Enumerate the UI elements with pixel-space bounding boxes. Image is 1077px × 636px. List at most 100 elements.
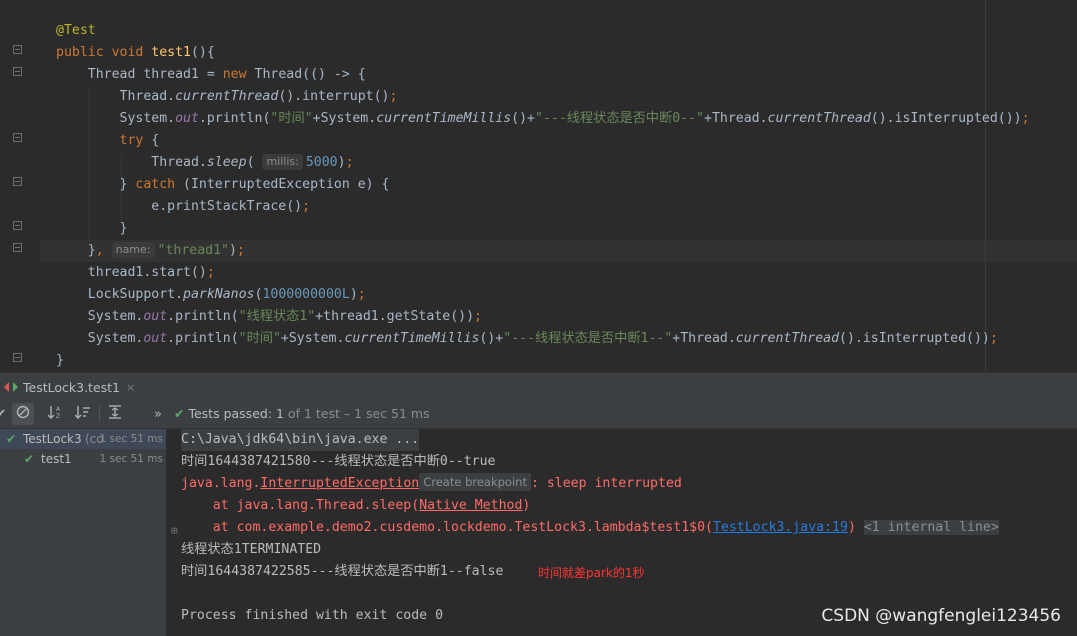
exception-message: : sleep interrupted [530, 476, 682, 491]
code-token: currentThread [175, 89, 279, 104]
internal-lines-toggle[interactable]: <1 internal line> [863, 520, 999, 535]
console-line: 时间1644387421580---线程状态是否中断0--true [181, 454, 496, 469]
test-toolbar: ✔ AZ » ✔ Tests passed: 1 of 1 test – 1 s… [0, 400, 1077, 429]
fold-icon[interactable] [13, 221, 22, 230]
code-token: ; [357, 287, 366, 302]
code-token: } [56, 177, 136, 192]
code-line[interactable]: } [56, 350, 64, 372]
code-token: ()+ [511, 111, 535, 126]
console-finish-line: Process finished with exit code 0 [181, 608, 444, 623]
right-margin-guide [985, 0, 986, 372]
toolbar-separator [99, 406, 100, 422]
code-token: "thread1" [157, 243, 229, 258]
fold-icon[interactable] [13, 353, 22, 362]
fold-icon[interactable] [13, 67, 22, 76]
code-token: } [56, 353, 64, 368]
tree-item-test1[interactable]: ✔ test1 1 sec 51 ms [0, 449, 166, 469]
code-token: currentThread [767, 111, 871, 126]
fold-icon[interactable] [13, 133, 22, 142]
run-tab-label: TestLock3.test1 [23, 379, 121, 395]
exception-link[interactable]: InterruptedException [260, 476, 419, 491]
sort-duration-button[interactable] [72, 403, 94, 425]
code-token: new [222, 67, 255, 82]
sort-alpha-icon: AZ [47, 405, 64, 423]
run-tab[interactable]: TestLock3.test1 × [0, 373, 143, 401]
code-editor[interactable]: @Test public void test1(){ Thread thread1… [0, 0, 1077, 372]
code-line[interactable]: System.out.println("线程状态1"+thread1.getSt… [56, 306, 482, 328]
code-token: { [151, 133, 160, 148]
code-token: thread1.start() [56, 265, 207, 280]
tree-item-label: test1 [41, 452, 72, 466]
check-icon: ✔ [174, 406, 185, 421]
code-line[interactable]: e.printStackTrace(); [56, 196, 310, 218]
code-token: System. [56, 309, 144, 324]
code-token: +Thread. [704, 111, 768, 126]
watermark: CSDN @wangfenglei123456 [821, 606, 1061, 626]
tree-item-testlock3[interactable]: ✔ TestLock3 (co 1 sec 51 ms [0, 429, 166, 449]
code-token: System. [56, 331, 144, 346]
console-exception: java.lang.InterruptedException Create bre… [181, 473, 682, 495]
code-token: void [111, 45, 152, 60]
code-line[interactable]: } catch (InterruptedException e) { [56, 174, 390, 196]
code-token: .println( [198, 111, 271, 126]
more-actions-button[interactable]: » [147, 403, 169, 425]
code-token: "线程状态1" [238, 309, 316, 324]
code-line[interactable]: try { [56, 130, 160, 152]
expand-icon[interactable]: ⊞ [171, 524, 178, 537]
code-line[interactable]: Thread.sleep( millis: 5000); [56, 152, 354, 174]
code-token: currentTimeMillis [376, 111, 512, 126]
stack-frame-prefix: at java.lang.Thread.sleep( [181, 498, 420, 513]
code-line[interactable]: LockSupport.parkNanos(1000000000L); [56, 284, 366, 306]
code-token: out [143, 331, 168, 346]
stack-frame: at java.lang.Thread.sleep(Native Method) [181, 495, 531, 517]
test-tree[interactable]: ✔ TestLock3 (co 1 sec 51 ms ✔ test1 1 se… [0, 429, 167, 636]
annotation-note: 时间就差park的1秒 [538, 566, 645, 580]
code-line[interactable]: } [56, 218, 128, 240]
code-line[interactable]: @Test [56, 20, 96, 42]
code-line[interactable]: System.out.println("时间"+System.currentTi… [56, 328, 998, 350]
run-tab-bar: TestLock3.test1 × [0, 372, 1077, 402]
sort-alpha-button[interactable]: AZ [45, 403, 67, 425]
test-status: ✔ Tests passed: 1 of 1 test – 1 sec 51 m… [174, 400, 430, 428]
code-token: out [175, 111, 199, 126]
fold-icon[interactable] [13, 45, 22, 54]
stack-frame-suffix: ) [847, 520, 856, 535]
code-token: Thread. [56, 155, 207, 170]
code-token: ( [246, 155, 263, 170]
code-token: "---线程状态是否中断0--" [535, 111, 705, 126]
show-ignored-button[interactable] [12, 403, 34, 425]
editor-gutter[interactable] [0, 0, 40, 372]
console-output[interactable]: ⊞ C:\Java\jdk64\bin\java.exe ... 时间16443… [167, 429, 1077, 636]
source-link[interactable]: TestLock3.java:19 [713, 520, 848, 535]
code-line[interactable]: }, name: "thread1"); [56, 240, 245, 262]
code-line[interactable]: System.out.println("时间"+System.currentTi… [56, 108, 1030, 130]
native-method-link[interactable]: Native Method [419, 498, 522, 513]
code-token: } [56, 243, 96, 258]
expand-all-button[interactable] [104, 403, 126, 425]
code-token: "---线程状态是否中断1--" [503, 331, 673, 346]
code-token: Thread(() -> { [254, 67, 366, 82]
tree-item-time: 1 sec 51 ms [99, 453, 163, 465]
close-icon[interactable]: × [126, 381, 135, 394]
parameter-hint: millis: [262, 154, 303, 170]
fold-icon[interactable] [13, 243, 22, 252]
code-token: ; [1021, 111, 1030, 126]
create-breakpoint-button[interactable]: Create breakpoint [419, 473, 531, 491]
code-line[interactable]: thread1.start(); [56, 262, 215, 284]
code-token: ().isInterrupted()) [839, 331, 990, 346]
code-line[interactable]: Thread.currentThread().interrupt(); [56, 86, 398, 108]
code-line[interactable]: public void test1(){ [56, 42, 215, 64]
code-token: @Test [56, 23, 96, 38]
code-token: ; [302, 199, 311, 214]
code-token: test1 [151, 45, 191, 60]
code-token: ; [989, 331, 998, 346]
code-token: (InterruptedException e) { [183, 177, 390, 192]
code-line[interactable]: Thread thread1 = new Thread(() -> { [56, 64, 366, 86]
chevron-double-right-icon: » [154, 406, 162, 422]
show-passed-button[interactable]: ✔ [0, 403, 12, 425]
code-token: , [95, 243, 112, 258]
console-command[interactable]: C:\Java\jdk64\bin\java.exe ... [181, 429, 420, 451]
fold-icon[interactable] [13, 177, 22, 186]
stack-frame: at com.example.demo2.cusdemo.lockdemo.Te… [181, 517, 999, 539]
